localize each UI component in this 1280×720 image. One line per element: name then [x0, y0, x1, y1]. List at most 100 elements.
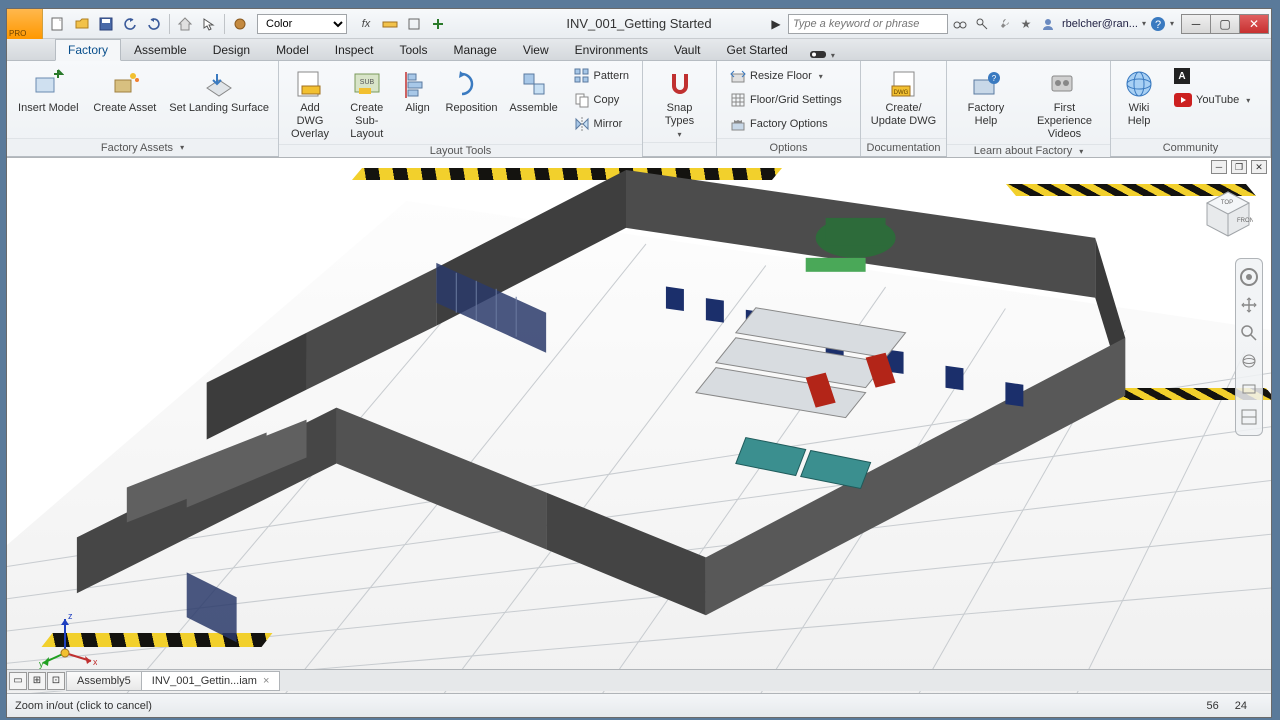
factory-help-button[interactable]: ? Factory Help — [953, 65, 1019, 131]
tab-inspect[interactable]: Inspect — [322, 39, 387, 60]
reposition-icon — [456, 68, 488, 100]
svg-text:SUB: SUB — [360, 79, 375, 86]
lookat-icon[interactable] — [1239, 379, 1259, 399]
sublayout-icon: SUB — [351, 68, 383, 100]
floor-grid-settings-button[interactable]: Floor/Grid Settings — [723, 89, 854, 111]
help-icon[interactable]: ? — [1148, 14, 1168, 34]
create-asset-icon — [109, 68, 141, 100]
search-go-icon[interactable]: ▶ — [766, 14, 786, 34]
panel-title-documentation: Documentation — [861, 138, 946, 156]
create-sublayout-button[interactable]: SUB Create Sub-Layout — [341, 65, 393, 144]
tab-tools[interactable]: Tools — [386, 39, 440, 60]
search-input[interactable] — [788, 14, 948, 34]
create-update-dwg-button[interactable]: DWG Create/ Update DWG — [867, 65, 940, 131]
zoom-icon[interactable] — [1239, 323, 1259, 343]
ribbon-tabstrip: Factory Assemble Design Model Inspect To… — [7, 39, 1271, 61]
close-button[interactable]: ✕ — [1239, 14, 1269, 34]
save-icon[interactable] — [95, 13, 117, 35]
svg-text:x: x — [93, 657, 97, 667]
wiki-icon — [1123, 68, 1155, 100]
youtube-button[interactable]: YouTube — [1167, 89, 1257, 111]
constraint-icon[interactable] — [403, 14, 425, 34]
user-icon[interactable] — [1038, 14, 1058, 34]
maximize-button[interactable]: ▢ — [1210, 14, 1240, 34]
measure-icon[interactable] — [379, 14, 401, 34]
tab-get-started[interactable]: Get Started — [713, 39, 800, 60]
align-button[interactable]: Align — [399, 65, 437, 118]
insert-model-button[interactable]: Insert Model — [13, 65, 84, 118]
redo-icon[interactable] — [143, 13, 165, 35]
quick-access-toolbar: Color fx — [43, 13, 453, 35]
grid-large-icon[interactable]: ⊡ — [47, 672, 65, 690]
create-asset-button[interactable]: Create Asset — [90, 65, 161, 118]
appearance-select[interactable]: Color — [257, 14, 347, 34]
tab-design[interactable]: Design — [200, 39, 263, 60]
tab-manage[interactable]: Manage — [440, 39, 509, 60]
home-icon[interactable] — [174, 13, 196, 35]
pattern-button[interactable]: Pattern — [567, 65, 636, 87]
doc-tab-inv001[interactable]: INV_001_Gettin...iam× — [141, 671, 281, 691]
first-experience-button[interactable]: First Experience Videos — [1025, 65, 1104, 144]
grid-small-icon[interactable]: ⊞ — [28, 672, 46, 690]
panel-learn: ? Factory Help First Experience Videos L… — [947, 61, 1111, 156]
panel-documentation: DWG Create/ Update DWG Documentation — [861, 61, 947, 156]
app-menu-icon[interactable]: PRO — [7, 9, 43, 39]
resize-floor-button[interactable]: Resize Floor — [723, 65, 854, 87]
panel-layout-tools: Add DWG Overlay SUB Create Sub-Layout Al… — [279, 61, 643, 156]
ribbon: Insert Model Create Asset Set Landing Su… — [7, 61, 1271, 157]
plus-icon[interactable] — [427, 14, 449, 34]
tab-factory[interactable]: Factory — [55, 39, 121, 61]
tab-environments[interactable]: Environments — [562, 39, 661, 60]
tab-vault[interactable]: Vault — [661, 39, 713, 60]
pan-icon[interactable] — [1239, 295, 1259, 315]
wiki-help-button[interactable]: Wiki Help — [1117, 65, 1161, 131]
star-icon[interactable]: ★ — [1016, 14, 1036, 34]
factory-options-button[interactable]: Factory Options — [723, 113, 854, 135]
assemble-button[interactable]: Assemble — [507, 65, 561, 118]
panel-community: Wiki Help A YouTube Community — [1111, 61, 1271, 156]
set-landing-surface-button[interactable]: Set Landing Surface — [166, 65, 272, 118]
viewcube[interactable]: FRONTTOP — [1203, 188, 1253, 238]
steering-wheel-icon[interactable] — [1239, 267, 1259, 287]
viewport-close-icon[interactable]: ✕ — [1251, 160, 1267, 174]
key-icon[interactable] — [972, 14, 992, 34]
snap-types-button[interactable]: Snap Types ▾ — [649, 65, 710, 142]
tab-assemble[interactable]: Assemble — [121, 39, 200, 60]
panel-title-factory-assets[interactable]: Factory Assets — [7, 138, 278, 156]
new-icon[interactable] — [47, 13, 69, 35]
tab-model[interactable]: Model — [263, 39, 322, 60]
doc-tab-assembly5[interactable]: Assembly5 — [66, 671, 142, 691]
viewport-restore-icon[interactable]: ❐ — [1231, 160, 1247, 174]
undo-icon[interactable] — [119, 13, 141, 35]
landing-surface-icon — [203, 68, 235, 100]
add-dwg-overlay-button[interactable]: Add DWG Overlay — [285, 65, 335, 144]
copy-button[interactable]: Copy — [567, 89, 636, 111]
wrench-icon[interactable] — [994, 14, 1014, 34]
reposition-button[interactable]: Reposition — [443, 65, 501, 118]
status-message: Zoom in/out (click to cancel) — [15, 700, 152, 712]
open-icon[interactable] — [71, 13, 93, 35]
assemble-icon — [518, 68, 550, 100]
svg-text:FRONT: FRONT — [1237, 218, 1253, 224]
tab-view[interactable]: View — [510, 39, 562, 60]
fullnav-icon[interactable] — [1239, 407, 1259, 427]
fx-icon[interactable]: fx — [355, 14, 377, 34]
titlebar: PRO Color fx INV_001_Getting Started ▶ — [7, 9, 1271, 39]
viewport-3d[interactable]: ─ ❐ ✕ — [7, 157, 1271, 717]
user-label[interactable]: rbelcher@ran... — [1060, 18, 1140, 30]
orbit-icon[interactable] — [1239, 351, 1259, 371]
close-tab-icon[interactable]: × — [263, 675, 269, 687]
viewport-minimize-icon[interactable]: ─ — [1211, 160, 1227, 174]
autodesk-link-button[interactable]: A — [1167, 65, 1257, 87]
binoculars-icon[interactable] — [950, 14, 970, 34]
minimize-button[interactable]: ─ — [1181, 14, 1211, 34]
mirror-button[interactable]: Mirror — [567, 113, 636, 135]
tab-addins-icon[interactable] — [807, 48, 829, 60]
browser-toggle-icon[interactable]: ▭ — [9, 672, 27, 690]
dwg-icon: DWG — [888, 68, 920, 100]
panel-title-learn[interactable]: Learn about Factory — [947, 144, 1110, 157]
select-icon[interactable] — [198, 13, 220, 35]
panel-factory-assets: Insert Model Create Asset Set Landing Su… — [7, 61, 279, 156]
material-icon[interactable] — [229, 13, 251, 35]
svg-text:?: ? — [992, 74, 997, 83]
